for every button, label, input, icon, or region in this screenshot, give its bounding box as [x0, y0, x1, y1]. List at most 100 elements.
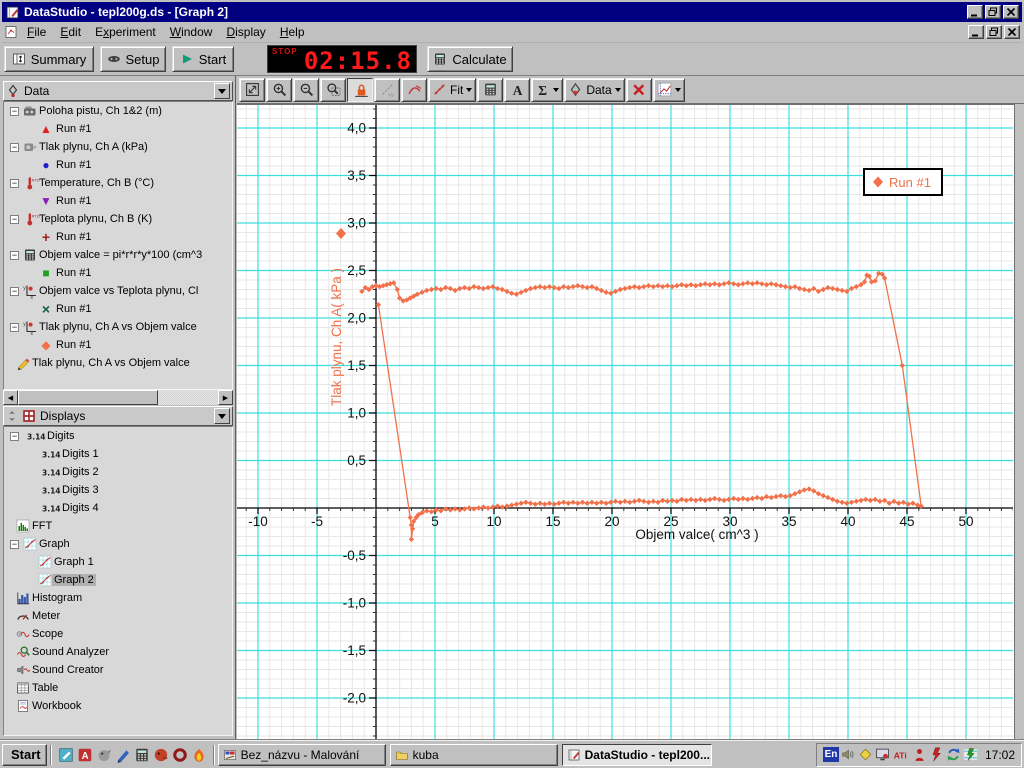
calculate-tool-button[interactable] — [477, 77, 504, 102]
tree-child-item[interactable]: ■ Run #1 — [4, 264, 232, 282]
tree-item[interactable]: − RTD Temperature, Ch B (°C) — [4, 174, 232, 192]
quicklaunch-notes-icon[interactable] — [58, 747, 74, 763]
child-close-button[interactable] — [1004, 25, 1020, 39]
tree-child-item[interactable]: 3.14 Digits 4 — [4, 499, 232, 517]
menu-experiment[interactable]: Experiment — [88, 23, 163, 41]
collapse-icon[interactable]: − — [10, 250, 19, 260]
tree-item[interactable]: Tlak plynu, Ch A vs Objem valce — [4, 354, 232, 372]
scroll-track[interactable] — [158, 390, 218, 405]
tree-child-item[interactable]: Graph 2 — [4, 571, 232, 589]
tree-child-item[interactable]: 3.14 Digits 1 — [4, 445, 232, 463]
taskbar-clock[interactable]: 17:02 — [980, 748, 1015, 762]
statistics-button[interactable]: Σ — [531, 77, 564, 102]
tree-item[interactable]: − y x Tlak plynu, Ch A vs Objem valce — [4, 318, 232, 337]
tree-child-item[interactable]: ● Run #1 — [4, 156, 232, 174]
quicklaunch-pen-icon[interactable] — [115, 747, 131, 763]
setup-button[interactable]: Setup — [100, 46, 166, 72]
collapse-icon[interactable]: − — [10, 142, 19, 152]
collapse-icon[interactable]: − — [10, 106, 19, 116]
start-button[interactable]: Start — [172, 46, 234, 72]
quicklaunch-acrobat-icon[interactable]: A — [77, 747, 93, 763]
language-indicator[interactable]: En — [822, 747, 839, 762]
child-restore-button[interactable] — [986, 25, 1002, 39]
scale-to-fit-button[interactable] — [239, 77, 265, 102]
quicklaunch-flame-icon[interactable] — [191, 747, 207, 763]
quicklaunch-opera-icon[interactable] — [172, 747, 188, 763]
data-tree-scrollbar[interactable]: ◀ ▶ — [3, 390, 233, 405]
task-button[interactable]: kuba — [389, 743, 558, 766]
zoom-select-button[interactable] — [320, 77, 346, 102]
quicklaunch-bird-icon[interactable] — [96, 747, 112, 763]
tray-user-icon[interactable] — [912, 747, 927, 762]
tree-child-item[interactable]: 3.14 Digits 2 — [4, 463, 232, 481]
tree-child-item[interactable]: ▼ Run #1 — [4, 192, 232, 210]
tree-item[interactable]: − Tlak plynu, Ch A (kPa) — [4, 138, 232, 156]
scroll-left-icon[interactable]: ◀ — [3, 390, 18, 405]
quicklaunch-dragon-icon[interactable] — [153, 747, 169, 763]
displays-panel-header[interactable]: Displays — [3, 406, 233, 426]
close-button[interactable] — [1003, 5, 1019, 19]
collapse-icon[interactable]: − — [10, 286, 19, 296]
task-button[interactable]: DataStudio - tepl200... — [561, 743, 712, 766]
child-minimize-button[interactable] — [968, 25, 984, 39]
tree-item[interactable]: Histogram — [4, 589, 232, 607]
data-panel-dropdown[interactable] — [214, 83, 230, 99]
menu-help[interactable]: Help — [273, 23, 312, 41]
zoom-out-button[interactable] — [293, 77, 319, 102]
data-menu-button[interactable]: Data — [564, 77, 625, 102]
smart-tool-button[interactable] — [347, 77, 373, 102]
tray-yellow-diamond-icon[interactable] — [858, 747, 873, 762]
quicklaunch-calculator-icon[interactable] — [134, 747, 150, 763]
calculate-button[interactable]: Calculate — [427, 46, 513, 72]
displays-panel-dropdown[interactable] — [214, 408, 230, 424]
curve-fit-preview-button[interactable] — [401, 77, 427, 102]
tray-ati-icon[interactable]: ATi — [892, 747, 910, 762]
tree-child-item[interactable]: Graph 1 — [4, 553, 232, 571]
collapse-icon[interactable]: − — [10, 178, 19, 188]
zoom-in-button[interactable] — [266, 77, 292, 102]
data-panel-header[interactable]: Data — [3, 81, 233, 101]
menu-window[interactable]: Window — [163, 23, 220, 41]
tree-child-item[interactable]: + Run #1 — [4, 228, 232, 246]
slope-tool-button[interactable]: xy — [374, 77, 400, 102]
plot-area[interactable]: -10 -5 5 10 15 20 25 30 35 40 45 50 -2,0 -1,5 -1,0 -0,5… — [237, 104, 1015, 740]
tree-child-item[interactable]: × Run #1 — [4, 300, 232, 318]
tree-child-item[interactable]: ▲ Run #1 — [4, 120, 232, 138]
menu-display[interactable]: Display — [219, 23, 272, 41]
tree-item[interactable]: Sound Analyzer — [4, 643, 232, 661]
tree-item[interactable]: − Objem valce = pi*r*r*y*100 (cm^3 — [4, 246, 232, 264]
tree-item[interactable]: − Poloha pistu, Ch 1&2 (m) — [4, 102, 232, 120]
tree-item[interactable]: − Graph — [4, 535, 232, 553]
menu-file[interactable]: File — [20, 23, 53, 41]
text-annotation-button[interactable]: A — [504, 77, 531, 102]
tray-green-lightning-icon[interactable] — [963, 747, 978, 762]
tree-child-item[interactable]: ◆ Run #1 — [4, 336, 232, 354]
menu-edit[interactable]: Edit — [53, 23, 88, 41]
tree-item[interactable]: FFT — [4, 517, 232, 535]
scroll-right-icon[interactable]: ▶ — [218, 390, 233, 405]
fit-menu-button[interactable]: Fit — [428, 77, 477, 102]
restore-button[interactable] — [985, 5, 1001, 19]
tree-item[interactable]: Meter — [4, 607, 232, 625]
tree-item[interactable]: Workbook — [4, 697, 232, 715]
tray-volume-icon[interactable] — [841, 747, 856, 762]
tree-item[interactable]: Scope — [4, 625, 232, 643]
graph-document-icon[interactable] — [4, 25, 18, 39]
collapse-icon[interactable]: − — [10, 214, 19, 224]
collapse-icon[interactable]: − — [10, 431, 19, 441]
collapse-icon[interactable]: − — [10, 322, 19, 332]
task-button[interactable]: Bez_názvu - Malování — [217, 743, 386, 766]
summary-button[interactable]: Summary — [4, 46, 94, 72]
tree-child-item[interactable]: 3.14 Digits 3 — [4, 481, 232, 499]
tree-item[interactable]: − y x Objem valce vs Teplota plynu, Cl — [4, 282, 232, 301]
tree-item[interactable]: −3.14 Digits — [4, 427, 232, 445]
tree-item[interactable]: − RTD Teplota plynu, Ch B (K) — [4, 210, 232, 228]
graph-settings-button[interactable] — [652, 77, 685, 102]
tree-item[interactable]: Table — [4, 679, 232, 697]
tray-monitor-icon[interactable] — [875, 747, 890, 762]
tree-item[interactable]: Sound Creator — [4, 661, 232, 679]
start-menu-button[interactable]: Start — [2, 743, 47, 766]
remove-button[interactable] — [625, 77, 652, 102]
scroll-thumb[interactable] — [18, 390, 158, 405]
collapse-icon[interactable]: − — [10, 539, 19, 549]
